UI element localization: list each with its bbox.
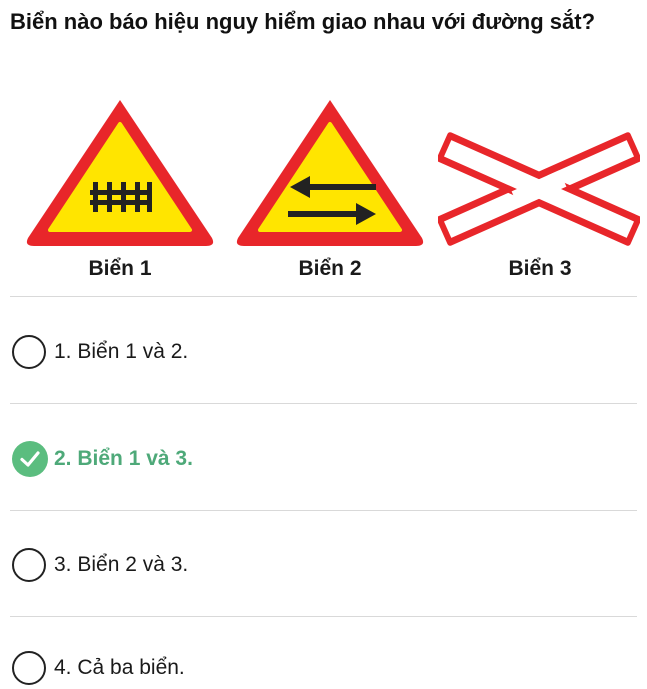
check-circle-icon[interactable] [12, 441, 48, 477]
railway-crossbuck-sign-icon [436, 132, 642, 246]
sign-1 [20, 92, 220, 257]
answer-option-label: 3. Biển 2 và 3. [54, 553, 189, 576]
two-way-arrows-warning-sign-icon [236, 100, 424, 246]
railway-fence-warning-sign-icon [26, 100, 214, 246]
answer-option-3[interactable]: 3. Biển 2 và 3. [12, 545, 188, 585]
answer-option-label: 1. Biển 1 và 2. [54, 340, 189, 363]
divider [10, 616, 637, 617]
sign-2 [230, 92, 430, 257]
checkmark-icon [20, 451, 40, 467]
divider [10, 510, 637, 511]
answer-option-2[interactable]: 2. Biển 1 và 3. [12, 439, 193, 479]
radio-unchecked-icon[interactable] [12, 651, 46, 685]
radio-unchecked-icon[interactable] [12, 335, 46, 369]
sign-1-label: Biển 1 [88, 257, 152, 280]
answer-option-label: 4. Cả ba biển. [54, 656, 185, 679]
divider [10, 403, 637, 404]
sign-3-label: Biển 3 [508, 257, 572, 280]
radio-unchecked-icon[interactable] [12, 548, 46, 582]
answer-option-1[interactable]: 1. Biển 1 và 2. [12, 332, 188, 372]
divider [10, 296, 637, 297]
sign-3 [436, 130, 642, 253]
answer-option-4[interactable]: 4. Cả ba biển. [12, 648, 185, 688]
question-text: Biển nào báo hiệu nguy hiểm giao nhau vớ… [10, 9, 596, 34]
answer-option-label: 2. Biển 1 và 3. [54, 447, 193, 470]
sign-2-label: Biển 2 [298, 257, 362, 280]
